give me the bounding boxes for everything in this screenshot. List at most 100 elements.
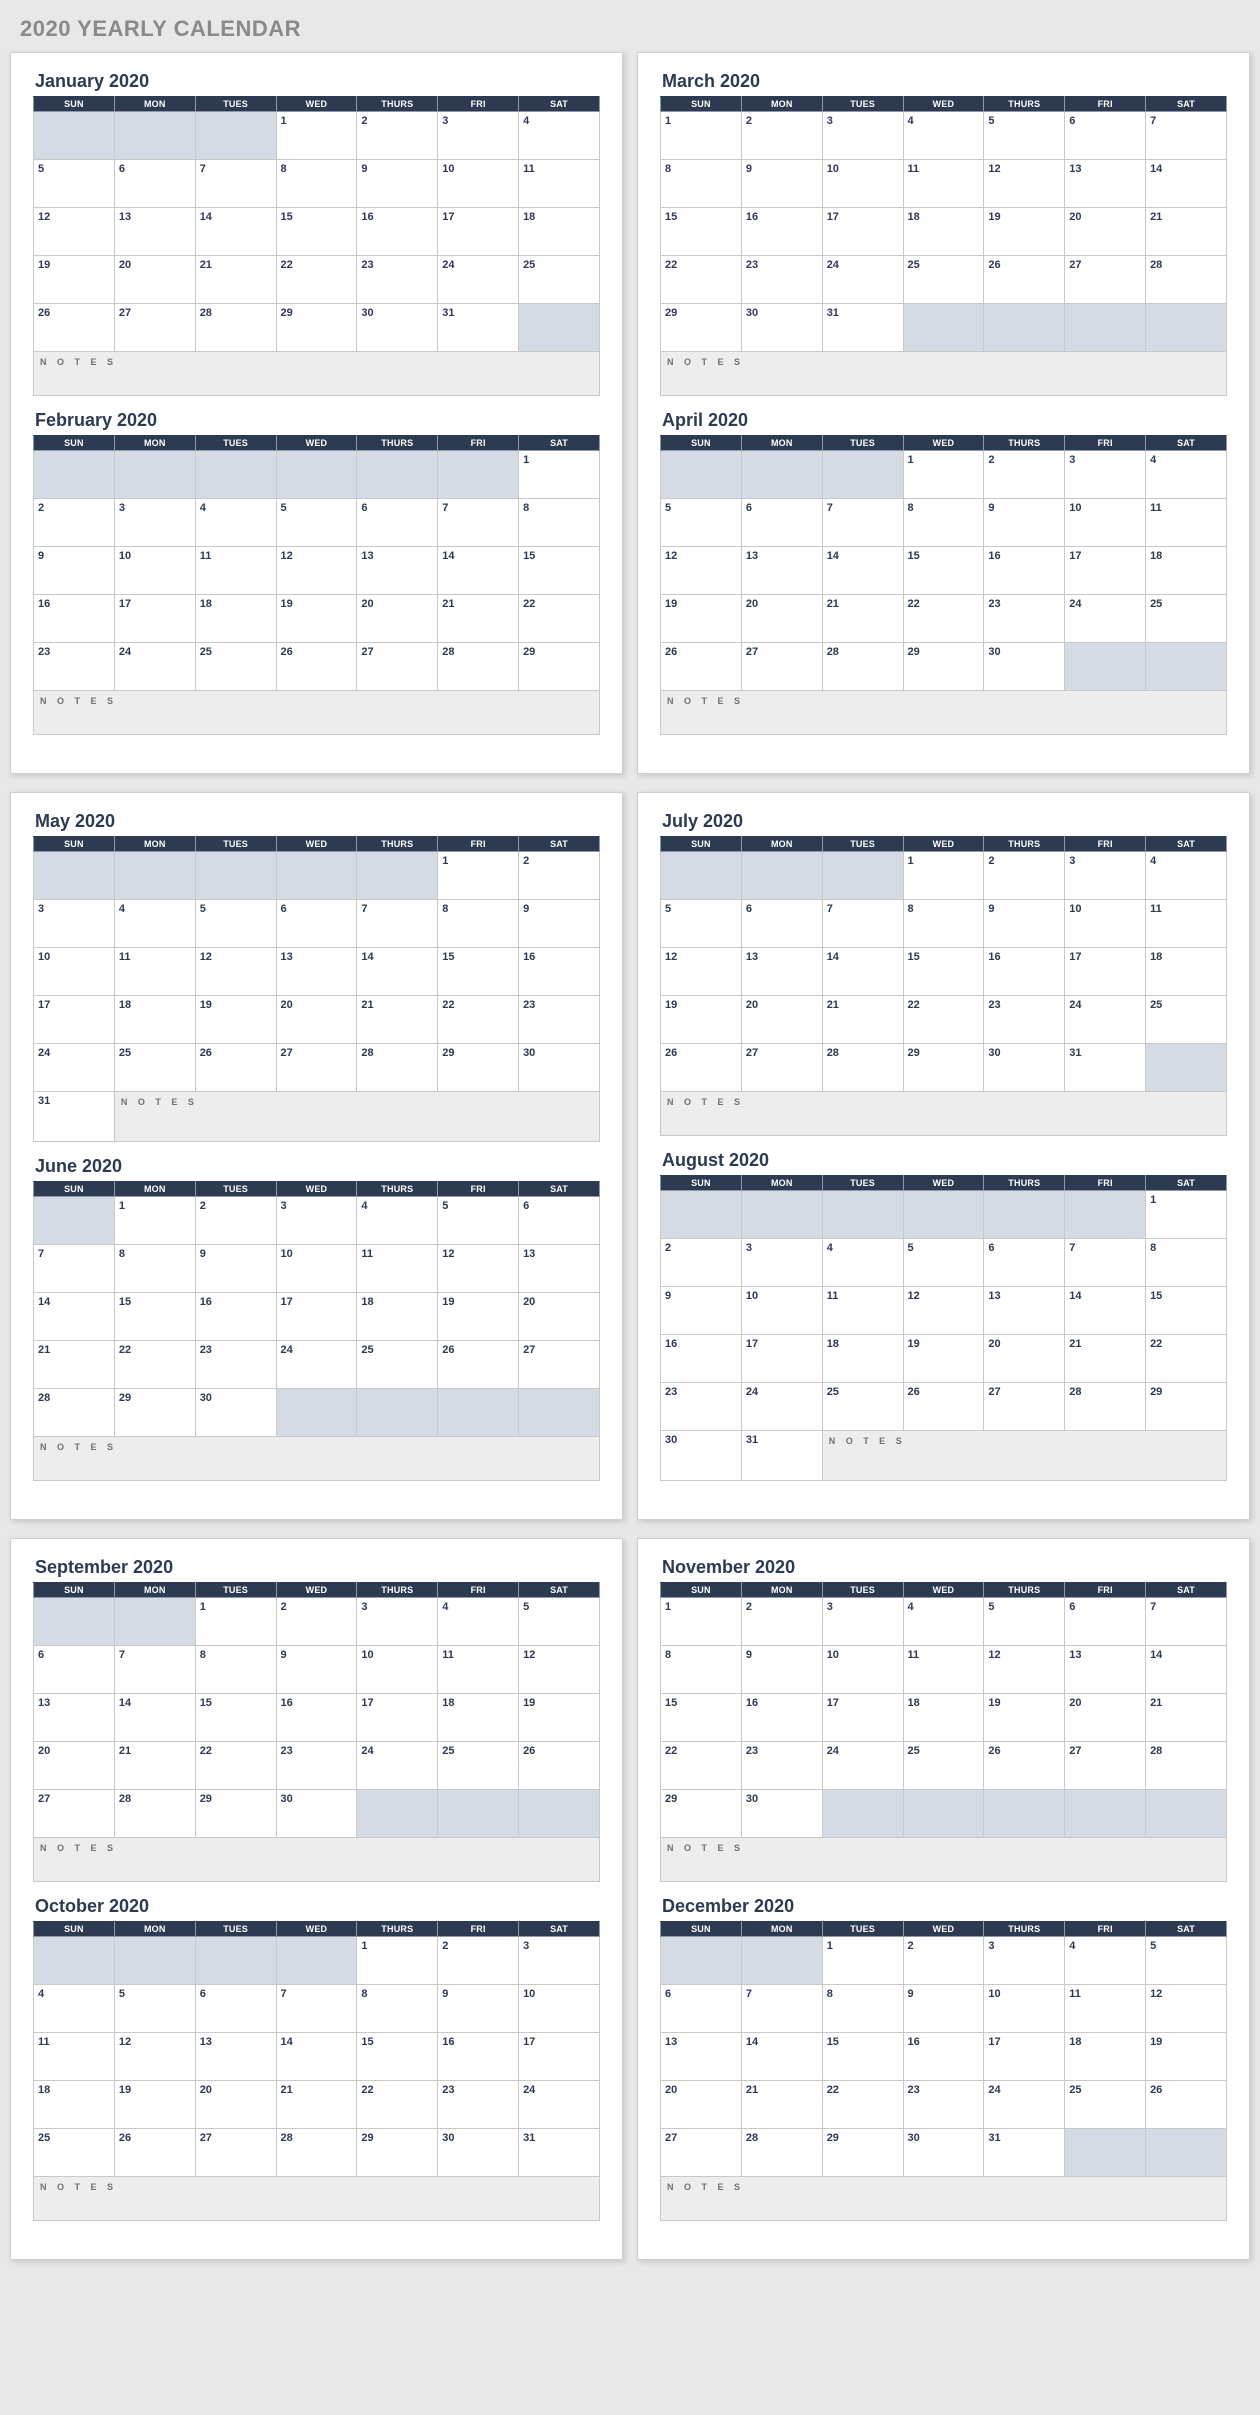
day-cell: 27 — [741, 643, 822, 691]
day-cell: 4 — [438, 1598, 519, 1646]
day-cell: 25 — [34, 2129, 115, 2177]
day-cell: 12 — [661, 547, 742, 595]
month-jul: July 2020SUNMONTUESWEDTHURSFRISAT1234567… — [660, 811, 1227, 1136]
day-header: MON — [114, 837, 195, 852]
sheet-row: May 2020SUNMONTUESWEDTHURSFRISAT12345678… — [10, 792, 1250, 1520]
day-cell: 3 — [822, 112, 903, 160]
day-cell: 20 — [984, 1335, 1065, 1383]
day-cell: 22 — [822, 2081, 903, 2129]
day-cell: 21 — [1065, 1335, 1146, 1383]
day-cell: 29 — [276, 304, 357, 352]
day-header: THURS — [984, 1176, 1065, 1191]
month-aug: August 2020SUNMONTUESWEDTHURSFRISAT12345… — [660, 1150, 1227, 1481]
notes-area: N O T E S — [660, 691, 1227, 735]
day-cell: 28 — [438, 643, 519, 691]
empty-cell — [34, 852, 115, 900]
empty-cell — [357, 1389, 438, 1437]
day-header: WED — [276, 436, 357, 451]
empty-cell — [357, 1790, 438, 1838]
day-cell: 24 — [1065, 595, 1146, 643]
day-header: FRI — [1065, 1176, 1146, 1191]
day-header: SUN — [661, 1176, 742, 1191]
day-cell: 9 — [741, 160, 822, 208]
day-header: THURS — [984, 97, 1065, 112]
day-cell: 5 — [661, 499, 742, 547]
day-cell: 28 — [1146, 1742, 1227, 1790]
day-header: FRI — [438, 1583, 519, 1598]
day-cell: 2 — [195, 1197, 276, 1245]
empty-cell — [438, 1389, 519, 1437]
day-cell: 29 — [438, 1044, 519, 1092]
day-cell: 23 — [741, 256, 822, 304]
day-cell: 15 — [357, 2033, 438, 2081]
day-cell: 11 — [903, 160, 984, 208]
day-cell: 30 — [661, 1431, 742, 1481]
day-cell: 22 — [661, 1742, 742, 1790]
empty-cell — [276, 1389, 357, 1437]
day-cell: 8 — [903, 900, 984, 948]
day-header: SAT — [1146, 1583, 1227, 1598]
month-grid: SUNMONTUESWEDTHURSFRISAT1234567891011121… — [660, 1921, 1227, 2177]
day-header: FRI — [1065, 1922, 1146, 1937]
day-cell: 12 — [1146, 1985, 1227, 2033]
day-header: TUES — [195, 436, 276, 451]
empty-cell — [34, 1197, 115, 1245]
day-cell: 29 — [822, 2129, 903, 2177]
month-grid: SUNMONTUESWEDTHURSFRISAT1234567891011121… — [33, 435, 600, 691]
day-header: SUN — [34, 1583, 115, 1598]
day-cell: 16 — [34, 595, 115, 643]
day-cell: 14 — [1146, 1646, 1227, 1694]
day-cell: 2 — [741, 112, 822, 160]
day-cell: 17 — [276, 1293, 357, 1341]
day-cell: 21 — [276, 2081, 357, 2129]
empty-cell — [741, 451, 822, 499]
day-cell: 24 — [34, 1044, 115, 1092]
day-header: FRI — [1065, 1583, 1146, 1598]
empty-cell — [276, 1937, 357, 1985]
day-cell: 12 — [661, 948, 742, 996]
day-header: SUN — [34, 436, 115, 451]
day-cell: 1 — [519, 451, 600, 499]
day-cell: 31 — [741, 1431, 822, 1481]
day-cell: 25 — [1146, 996, 1227, 1044]
day-cell: 28 — [1146, 256, 1227, 304]
day-cell: 31 — [34, 1092, 115, 1142]
day-cell: 2 — [34, 499, 115, 547]
day-header: FRI — [438, 1922, 519, 1937]
month-grid: SUNMONTUESWEDTHURSFRISAT1234567891011121… — [33, 836, 600, 1142]
day-cell: 4 — [1146, 451, 1227, 499]
day-cell: 16 — [357, 208, 438, 256]
day-cell: 26 — [114, 2129, 195, 2177]
day-cell: 18 — [195, 595, 276, 643]
day-cell: 24 — [357, 1742, 438, 1790]
empty-cell — [822, 451, 903, 499]
day-cell: 30 — [741, 1790, 822, 1838]
day-cell: 20 — [276, 996, 357, 1044]
day-cell: 9 — [984, 499, 1065, 547]
day-cell: 20 — [741, 996, 822, 1044]
day-cell: 17 — [1065, 547, 1146, 595]
day-cell: 29 — [519, 643, 600, 691]
day-cell: 30 — [984, 643, 1065, 691]
day-cell: 1 — [661, 1598, 742, 1646]
month-nov: November 2020SUNMONTUESWEDTHURSFRISAT123… — [660, 1557, 1227, 1882]
empty-cell — [1146, 643, 1227, 691]
day-cell: 9 — [984, 900, 1065, 948]
day-cell: 10 — [822, 1646, 903, 1694]
empty-cell — [822, 852, 903, 900]
day-cell: 1 — [357, 1937, 438, 1985]
day-cell: 29 — [903, 1044, 984, 1092]
day-cell: 11 — [114, 948, 195, 996]
empty-cell — [903, 304, 984, 352]
day-cell: 1 — [661, 112, 742, 160]
empty-cell — [903, 1191, 984, 1239]
day-cell: 13 — [984, 1287, 1065, 1335]
day-header: SAT — [1146, 1922, 1227, 1937]
day-cell: 16 — [984, 948, 1065, 996]
day-cell: 20 — [519, 1293, 600, 1341]
day-cell: 1 — [822, 1937, 903, 1985]
day-header: WED — [276, 1182, 357, 1197]
notes-area: N O T E S — [660, 352, 1227, 396]
empty-cell — [34, 1937, 115, 1985]
empty-cell — [195, 451, 276, 499]
